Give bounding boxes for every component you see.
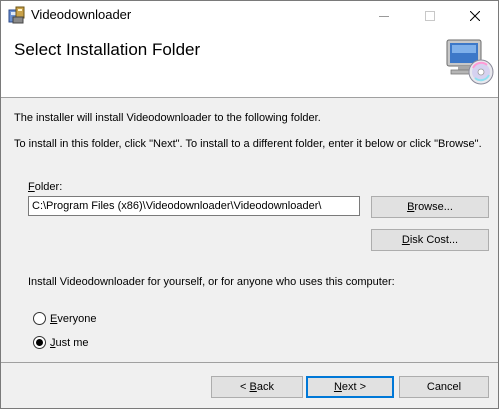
folder-path-input[interactable]	[28, 196, 360, 216]
install-scope-question: Install Videodownloader for yourself, or…	[28, 276, 395, 288]
folder-label-rest: older:	[34, 181, 63, 193]
radio-just-me[interactable]: Just me	[33, 336, 89, 349]
radio-everyone-label: Everyone	[50, 313, 96, 325]
maximize-button[interactable]	[407, 1, 453, 30]
cancel-label: Cancel	[426, 381, 462, 393]
radio-everyone-text: veryone	[57, 312, 97, 325]
browse-button[interactable]: Browse...	[371, 196, 489, 218]
disk-cost-button[interactable]: Disk Cost...	[371, 229, 489, 251]
instructions-text: To install in this folder, click "Next".…	[14, 138, 482, 150]
close-icon	[470, 10, 480, 21]
folder-label: Folder:	[28, 181, 62, 193]
disk-cost-label: isk Cost...	[409, 234, 459, 246]
title-bar: Videodownloader	[1, 1, 498, 30]
radio-just-me-label: Just me	[50, 337, 89, 349]
radio-just-me-text: ust me	[55, 336, 89, 349]
installer-window: Videodownloader Select Installation Fold…	[0, 0, 499, 409]
next-accel: N	[333, 381, 342, 393]
back-button[interactable]: < Back	[211, 376, 303, 398]
window-title: Videodownloader	[31, 7, 132, 22]
next-label: ext >	[341, 381, 367, 393]
computer-disc-icon	[446, 39, 494, 85]
minimize-icon	[379, 15, 389, 17]
maximize-icon	[425, 10, 435, 21]
next-button[interactable]: Next >	[306, 376, 394, 398]
disk-cost-accel: D	[401, 234, 410, 246]
back-prefix: <	[240, 381, 250, 393]
minimize-button[interactable]	[361, 1, 407, 30]
radio-just-me-circle[interactable]	[33, 336, 46, 349]
intro-text: The installer will install Videodownload…	[14, 112, 321, 124]
radio-everyone[interactable]: Everyone	[33, 312, 96, 325]
browse-accel: B	[407, 201, 415, 213]
footer-separator	[1, 362, 498, 363]
back-label: ack	[256, 381, 274, 393]
close-button[interactable]	[452, 1, 498, 30]
browse-label: rowse...	[414, 201, 453, 213]
page-title: Select Installation Folder	[14, 40, 201, 59]
cancel-button[interactable]: Cancel	[399, 376, 489, 398]
wizard-header: Select Installation Folder	[1, 30, 498, 98]
radio-everyone-circle[interactable]	[33, 312, 46, 325]
folder-label-accel: F	[28, 181, 35, 193]
back-accel: B	[249, 381, 257, 393]
installer-app-icon	[8, 6, 25, 24]
